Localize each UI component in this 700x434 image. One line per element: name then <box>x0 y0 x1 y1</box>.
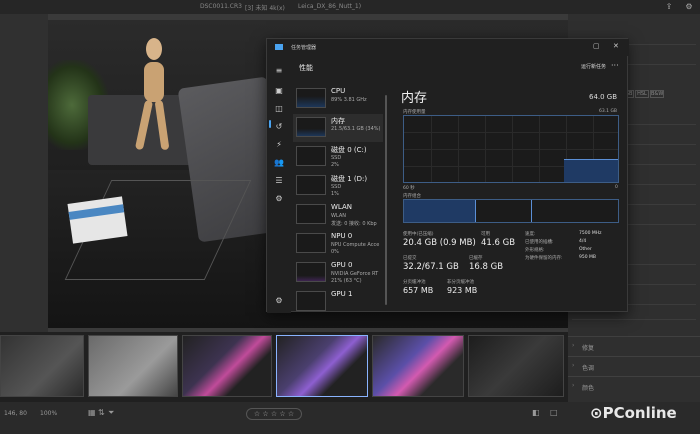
spec-slots-value: 4/4 <box>579 239 587 244</box>
performance-icon[interactable]: ◫ <box>274 104 284 114</box>
spec-reserved-value: 950 MB <box>579 255 596 260</box>
cached-label: 已缓存 <box>469 256 483 261</box>
paged-pool-label: 分页缓冲池 <box>403 280 426 285</box>
topbar-lens: Leica_DX_86_Nutt_1) <box>298 3 362 10</box>
topbar-file-name: DSC0011.CR3 <box>200 3 242 10</box>
memory-usage-graph <box>403 115 619 183</box>
section-title: 性能 <box>299 64 313 72</box>
hsl-button[interactable]: HSL <box>635 90 649 98</box>
resource-item-memory[interactable]: 内存 21.5/63.1 GB (34%) <box>293 114 383 142</box>
task-manager-window: 任务管理器 ▢ ✕ ≡ ▣ ◫ ↺ ⚡ 👥 ☰ ⚙ ⚙ 性能 运行新任务 ···… <box>266 38 629 313</box>
restore-icon[interactable]: ▢ <box>593 42 600 50</box>
filmstrip <box>0 332 568 402</box>
watermark-logo: ⊙PConline <box>590 404 677 422</box>
detail-title: 内存 <box>401 91 428 106</box>
close-icon[interactable]: ✕ <box>613 42 619 50</box>
sort-icon[interactable]: ⇅ <box>98 408 105 417</box>
grid-icon[interactable]: ▦ <box>88 408 96 417</box>
resource-item-wlan[interactable]: WLAN WLAN 发送: 0 接收: 0 Kbp <box>293 201 383 229</box>
available-value: 41.6 GB <box>481 238 516 248</box>
spec-speed-label: 速度: <box>525 232 536 237</box>
spec-slots-label: 已使用的插槽: <box>525 240 554 245</box>
axis-left: 60 秒 <box>403 186 415 191</box>
coords-readout: 146, 80 <box>4 410 27 417</box>
nonpaged-pool-value: 923 MB <box>447 286 478 295</box>
resource-item-gpu-0[interactable]: GPU 0 NVIDIA GeForce RT 21% (63 °C) <box>293 259 383 287</box>
photo-wooden-figure <box>134 38 172 158</box>
settings-icon[interactable]: ⚙ <box>684 2 694 12</box>
film-thumb[interactable] <box>88 335 178 397</box>
bw-button[interactable]: B&W <box>650 90 664 98</box>
export-icon[interactable]: ⇪ <box>664 2 674 12</box>
panel-section-repair[interactable]: › 修复 <box>568 336 700 356</box>
committed-label: 已提交 <box>403 256 417 261</box>
resource-list: CPU 89% 3.81 GHz 内存 21.5/63.1 GB (34%) 磁… <box>291 85 385 313</box>
details-icon[interactable]: ☰ <box>274 176 284 186</box>
tm-window-title: 任务管理器 <box>291 45 317 51</box>
film-thumb[interactable] <box>0 335 84 397</box>
chevron-right-icon: › <box>572 342 575 349</box>
in-use-label: 使用中(已压缩) <box>403 232 434 237</box>
tm-titlebar: 任务管理器 ▢ ✕ <box>267 39 629 56</box>
paged-pool-value: 657 MB <box>403 286 434 295</box>
in-use-value: 20.4 GB (0.9 MB) <box>403 238 476 248</box>
resource-item-disk-1[interactable]: 磁盘 1 (D:) SSD 1% <box>293 172 383 200</box>
compare-icon[interactable]: ◧ <box>532 408 540 417</box>
nonpaged-pool-label: 非分页缓冲池 <box>447 280 474 285</box>
memory-detail: 内存 64.0 GB 内存使用量 63.1 GB 60 秒 0 内存组合 使用中… <box>393 85 623 313</box>
film-thumb[interactable] <box>372 335 464 397</box>
available-label: 可用 <box>481 232 490 237</box>
task-manager-logo-icon <box>275 44 283 50</box>
spec-form-label: 外形规格: <box>525 248 545 253</box>
topbar-info: [3] 未知 4k(x) <box>245 5 285 12</box>
services-icon[interactable]: ⚙ <box>274 194 284 204</box>
photo-editor-app: DSC0011.CR3 [3] 未知 4k(x) Leica_DX_86_Nut… <box>0 0 700 434</box>
hamburger-icon[interactable]: ≡ <box>274 66 284 76</box>
chevron-right-icon: › <box>572 362 575 369</box>
spec-form-value: Other <box>579 247 592 252</box>
app-history-icon[interactable]: ↺ <box>274 122 284 132</box>
panel-section-color[interactable]: › 颜色 <box>568 376 700 396</box>
film-thumb[interactable] <box>468 335 564 397</box>
tm-header: 性能 运行新任务 ··· <box>291 56 629 78</box>
cached-value: 16.8 GB <box>469 262 504 272</box>
list-scrollbar[interactable] <box>385 95 387 305</box>
film-thumb-selected[interactable] <box>276 335 368 397</box>
rating-stars[interactable]: ☆ ☆ ☆ ☆ ☆ <box>246 408 302 420</box>
resource-item-disk-0[interactable]: 磁盘 0 (C:) SSD 2% <box>293 143 383 171</box>
resource-item-cpu[interactable]: CPU 89% 3.81 GHz <box>293 85 383 113</box>
usage-fill <box>564 159 618 182</box>
left-strip <box>0 14 48 332</box>
single-view-icon[interactable]: □ <box>550 408 558 417</box>
film-thumb[interactable] <box>182 335 272 397</box>
chevron-right-icon: › <box>572 382 575 389</box>
panel-section-tone[interactable]: › 色调 <box>568 356 700 376</box>
spec-reserved-label: 为硬件保留的内存: <box>525 256 563 261</box>
photo-book <box>67 196 128 244</box>
resource-item-gpu-1[interactable]: GPU 1 <box>293 288 383 313</box>
committed-value: 32.2/67.1 GB <box>403 262 459 272</box>
processes-icon[interactable]: ▣ <box>274 86 284 96</box>
tm-nav: ≡ ▣ ◫ ↺ ⚡ 👥 ☰ ⚙ ⚙ <box>267 56 291 313</box>
filter-icon[interactable]: ⏷ <box>108 408 114 418</box>
memory-composition-bar <box>403 199 619 223</box>
settings-icon[interactable]: ⚙ <box>274 296 284 306</box>
zoom-readout[interactable]: 100% <box>40 410 57 417</box>
users-icon[interactable]: 👥 <box>274 158 284 168</box>
run-new-task-button[interactable]: 运行新任务 <box>581 63 631 70</box>
more-options-button[interactable]: ··· <box>611 61 619 70</box>
spec-speed-value: 7500 MHz <box>579 231 602 236</box>
resource-item-npu[interactable]: NPU 0 NPU Compute Acce 0% <box>293 230 383 258</box>
detail-total: 64.0 GB <box>589 93 618 101</box>
startup-icon[interactable]: ⚡ <box>274 140 284 150</box>
usage-max: 63.1 GB <box>599 109 618 114</box>
app-topbar: DSC0011.CR3 [3] 未知 4k(x) Leica_DX_86_Nut… <box>0 0 700 14</box>
axis-right: 0 <box>615 185 618 190</box>
